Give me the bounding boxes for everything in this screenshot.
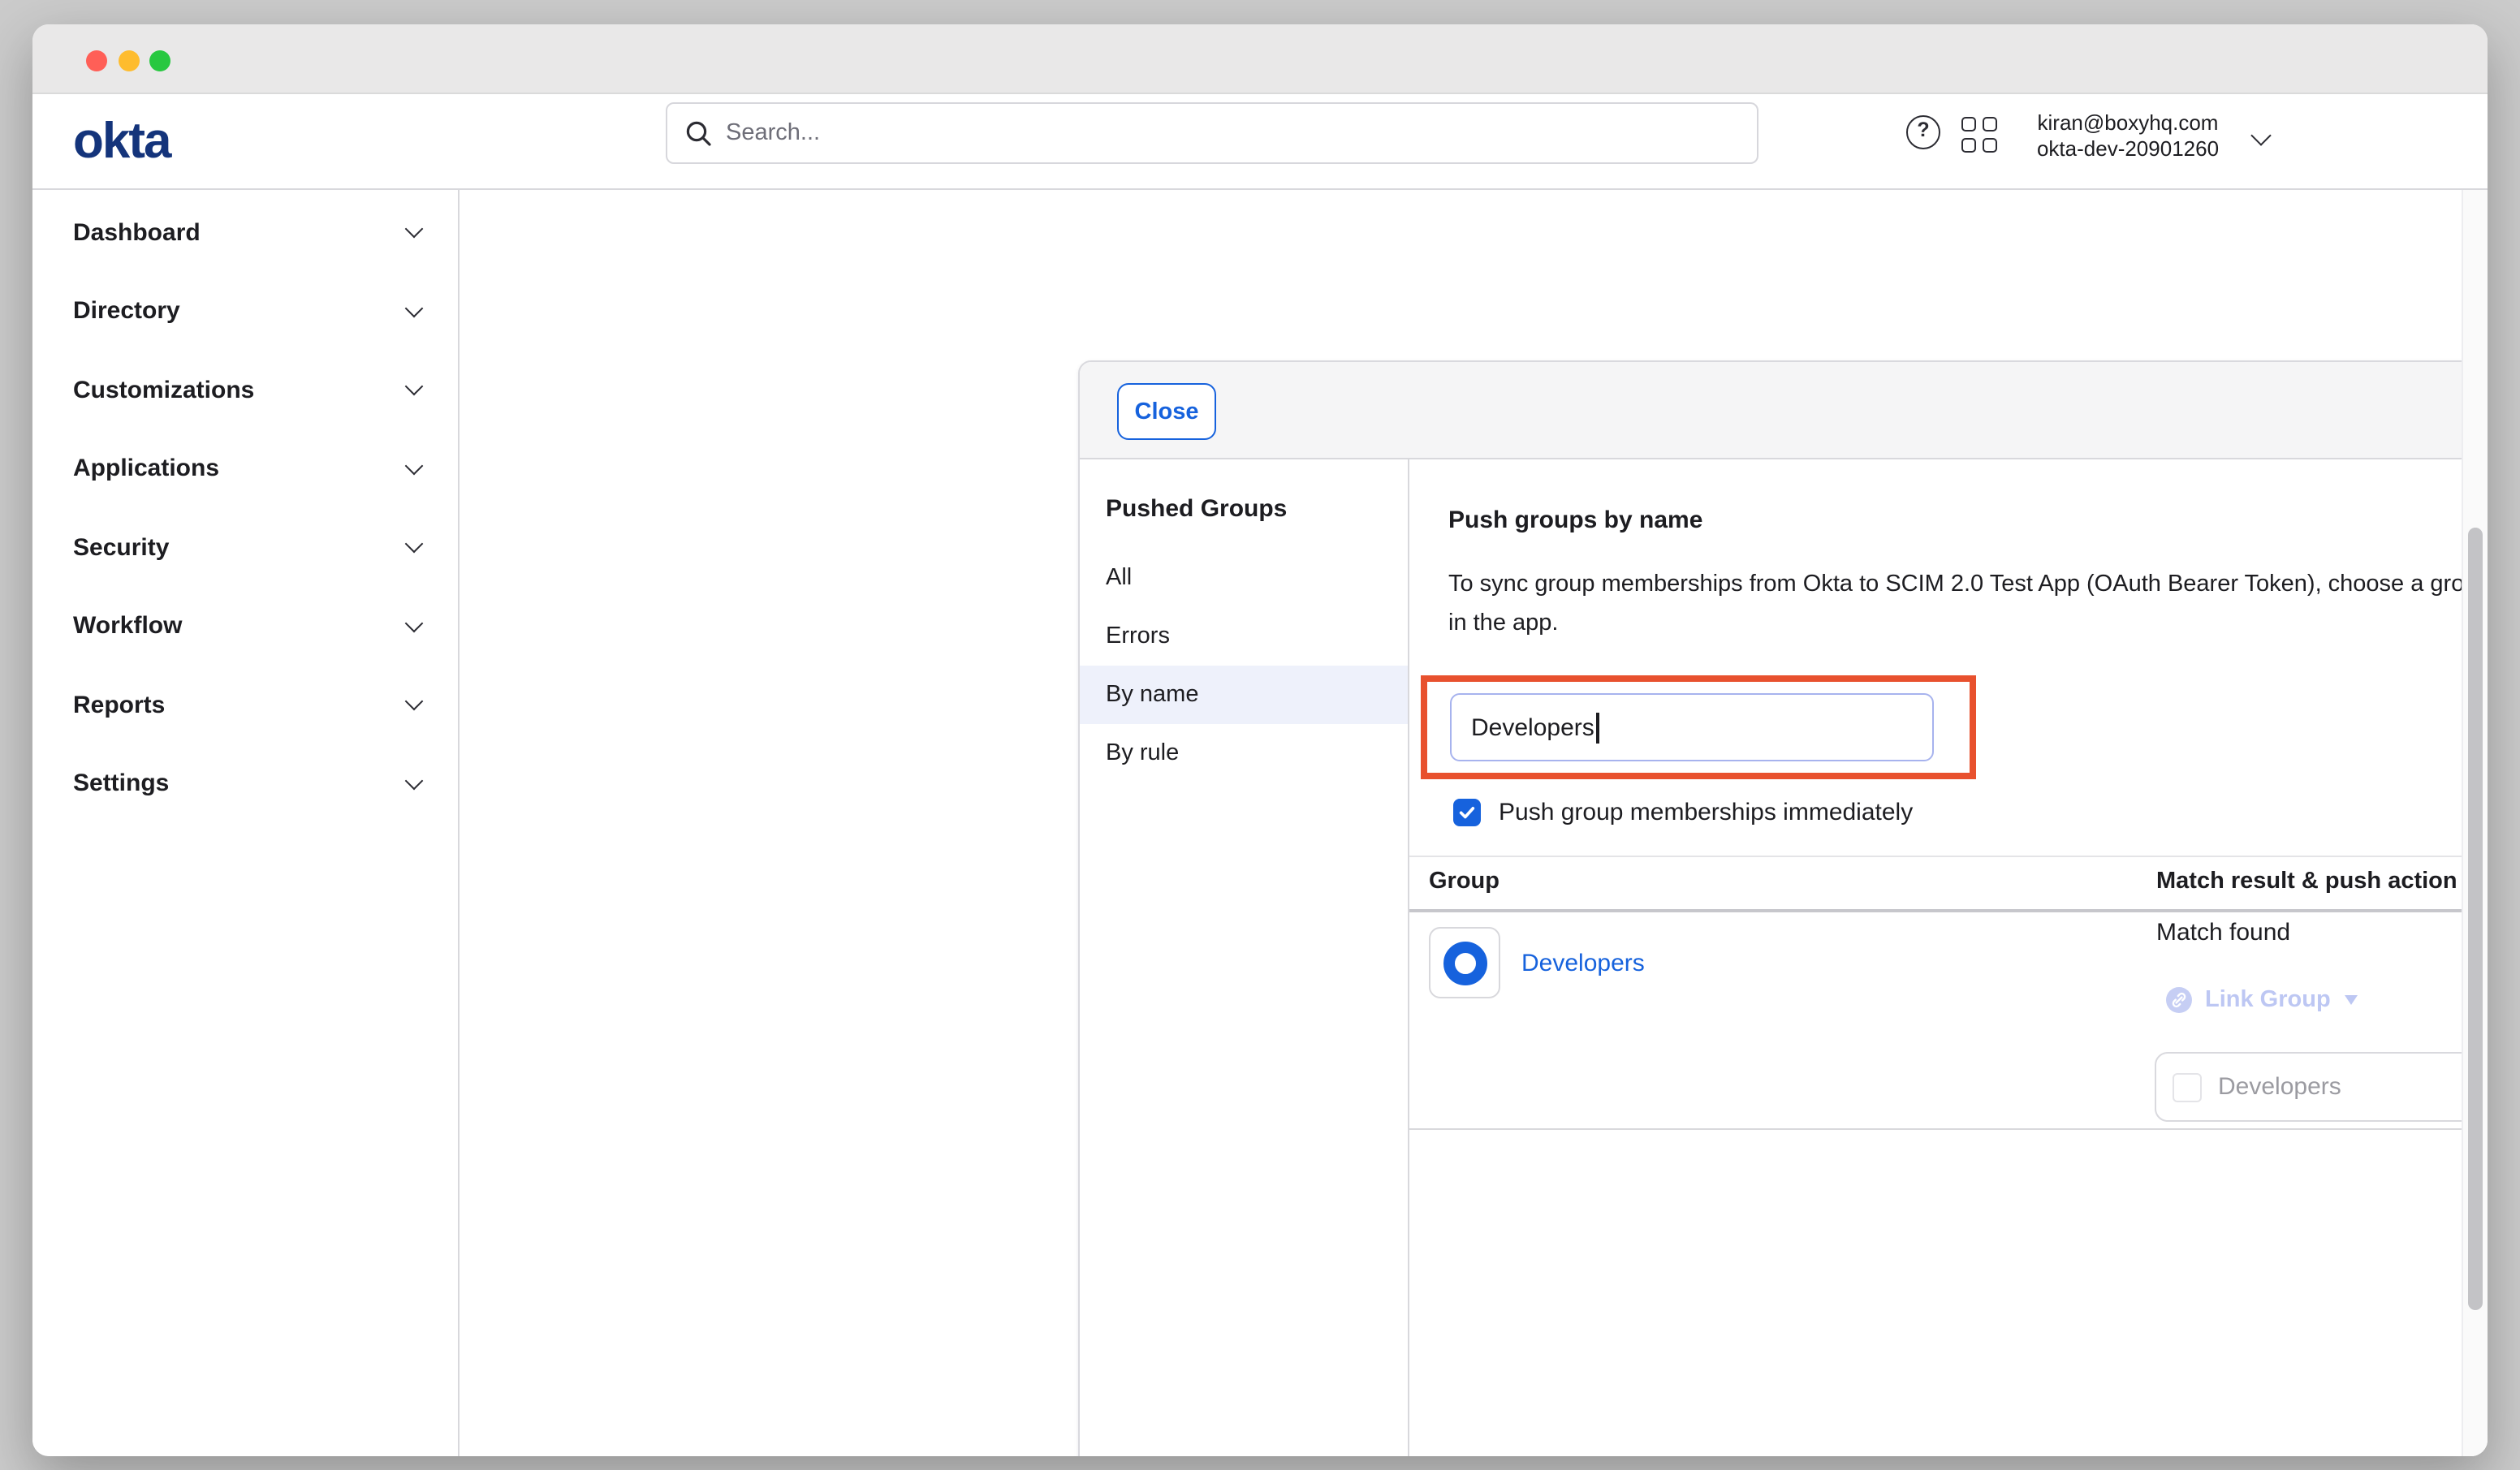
table-header-border	[1409, 909, 2488, 912]
push-by-name-form: Push groups by name To sync group member…	[1409, 459, 2488, 1456]
push-immediately-row: Push group memberships immediately	[1453, 799, 1913, 826]
match-status: Match found	[2156, 919, 2290, 946]
group-name-input[interactable]: Developers	[1450, 693, 1934, 761]
pushed-groups-nav: Pushed Groups All Errors By name By rule	[1080, 459, 1409, 1456]
search-box	[666, 102, 1758, 164]
push-immediately-checkbox[interactable]	[1453, 799, 1481, 826]
push-groups-panel: Close Pushed Groups All Errors By name B…	[1078, 360, 2488, 1456]
sidebar-item-dashboard[interactable]: Dashboard	[32, 193, 458, 272]
sidebar-item-security[interactable]: Security	[32, 508, 458, 587]
okta-group-icon	[1429, 927, 1500, 998]
pushed-groups-tab-all[interactable]: All	[1080, 549, 1408, 607]
checkbox-label: Push group memberships immediately	[1499, 799, 1913, 826]
select-value: Developers	[2218, 1073, 2341, 1101]
chevron-down-icon	[405, 220, 424, 239]
pushed-groups-tab-by-rule[interactable]: By rule	[1080, 724, 1408, 782]
sidebar: Dashboard Directory Customizations Appli…	[32, 190, 460, 1456]
link-group-dropdown[interactable]: Link Group	[2166, 987, 2358, 1013]
pushed-groups-title: Pushed Groups	[1106, 495, 1287, 523]
linked-group-select[interactable]: Developers	[2155, 1052, 2488, 1122]
scrollbar-thumb[interactable]	[2468, 528, 2483, 1310]
chevron-down-icon	[405, 377, 424, 396]
window-close-button[interactable]	[85, 50, 106, 71]
pushed-groups-tab-errors[interactable]: Errors	[1080, 607, 1408, 666]
user-email: kiran@boxyhq.com	[2022, 110, 2234, 136]
group-link[interactable]: Developers	[1521, 950, 1645, 977]
desktop: okta ? kiran@boxyhq.com okta-dev-2090126…	[0, 0, 2520, 1470]
sidebar-item-applications[interactable]: Applications	[32, 429, 458, 508]
description: To sync group memberships from Okta to S…	[1448, 567, 2488, 643]
org-name: okta-dev-20901260	[2022, 136, 2234, 161]
table-top-border	[1409, 856, 2488, 857]
search-icon	[685, 120, 713, 148]
okta-logo[interactable]: okta	[73, 112, 170, 170]
table-row-border	[1409, 1128, 2488, 1130]
sidebar-item-workflow[interactable]: Workflow	[32, 587, 458, 666]
chevron-down-icon	[405, 535, 424, 554]
top-nav: okta ? kiran@boxyhq.com okta-dev-2090126…	[32, 94, 2488, 190]
window-maximize-button[interactable]	[149, 50, 170, 71]
sidebar-item-directory[interactable]: Directory	[32, 272, 458, 351]
page-title: Push groups by name	[1448, 507, 1702, 534]
dropdown-caret-icon	[2345, 995, 2358, 1005]
sidebar-item-reports[interactable]: Reports	[32, 666, 458, 744]
help-icon[interactable]: ?	[1906, 115, 1940, 149]
apps-grid-icon[interactable]	[1961, 117, 1996, 152]
link-icon	[2166, 987, 2192, 1013]
chevron-down-icon[interactable]	[2250, 125, 2271, 145]
search-input[interactable]	[667, 104, 1757, 162]
pushed-groups-tab-by-name[interactable]: By name	[1080, 666, 1408, 724]
window-minimize-button[interactable]	[118, 50, 139, 71]
scrollbar-track[interactable]	[2462, 190, 2488, 1456]
chevron-down-icon	[405, 456, 424, 475]
column-header-match: Match result & push action	[2156, 869, 2457, 895]
chevron-down-icon	[405, 299, 424, 317]
user-menu[interactable]: kiran@boxyhq.com okta-dev-20901260	[2022, 110, 2234, 161]
text-caret	[1597, 712, 1599, 743]
link-group-label: Link Group	[2205, 987, 2331, 1013]
main-content: Close Pushed Groups All Errors By name B…	[461, 190, 2462, 1456]
select-checkbox-glyph	[2173, 1072, 2202, 1101]
app-window: okta ? kiran@boxyhq.com okta-dev-2090126…	[32, 24, 2488, 1456]
highlight-box-input: Developers	[1421, 675, 1976, 779]
check-icon	[1458, 804, 1476, 821]
chevron-down-icon	[405, 692, 424, 711]
column-header-group: Group	[1429, 869, 1499, 895]
group-donut-icon	[1443, 941, 1487, 985]
chevron-down-icon	[405, 614, 424, 632]
sidebar-item-customizations[interactable]: Customizations	[32, 351, 458, 429]
chevron-down-icon	[405, 771, 424, 790]
sidebar-item-settings[interactable]: Settings	[32, 744, 458, 823]
panel-header: Close	[1080, 362, 2488, 459]
group-input-value: Developers	[1471, 713, 1594, 741]
window-titlebar	[32, 24, 2488, 94]
close-button[interactable]: Close	[1117, 383, 1216, 440]
